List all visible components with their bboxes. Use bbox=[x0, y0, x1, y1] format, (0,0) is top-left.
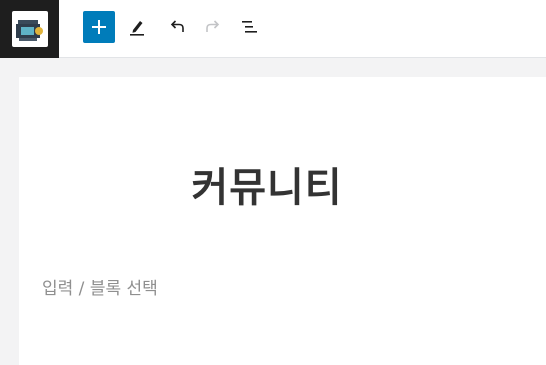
undo-icon bbox=[170, 20, 184, 32]
list-view-button[interactable] bbox=[233, 11, 265, 43]
undo-button[interactable] bbox=[161, 11, 193, 43]
editor-canvas[interactable] bbox=[19, 77, 546, 365]
list-view-icon bbox=[242, 21, 257, 33]
block-inserter-button[interactable] bbox=[83, 11, 115, 43]
site-logo-button[interactable] bbox=[0, 0, 59, 58]
pencil-icon bbox=[130, 21, 144, 36]
redo-icon bbox=[206, 20, 220, 32]
block-placeholder[interactable]: 입력 / 블록 선택 bbox=[42, 276, 158, 302]
plus-icon bbox=[92, 20, 106, 34]
site-logo-icon bbox=[11, 11, 48, 47]
editor-top-toolbar bbox=[0, 0, 546, 58]
tools-button[interactable] bbox=[121, 11, 153, 43]
redo-button[interactable] bbox=[197, 11, 229, 43]
post-title[interactable]: 커뮤니티 bbox=[0, 157, 534, 219]
